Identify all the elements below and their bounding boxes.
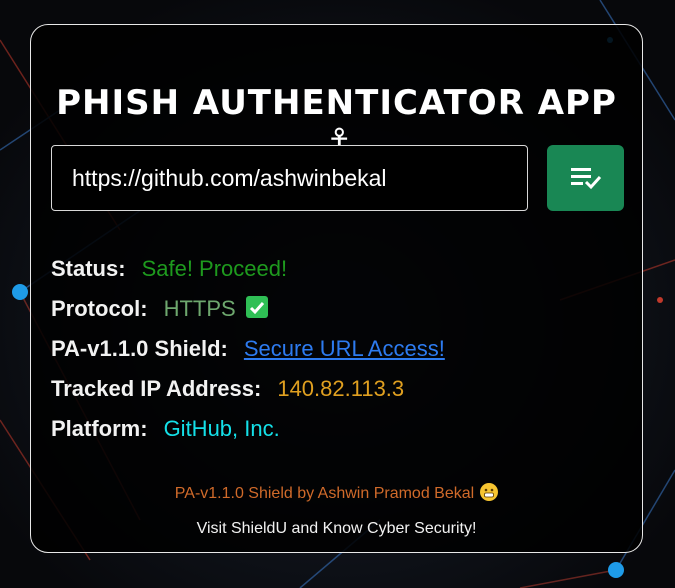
node-dot bbox=[12, 284, 28, 300]
grinning-face-icon bbox=[480, 483, 499, 501]
ip-label: Tracked IP Address: bbox=[51, 376, 262, 401]
shield-row: PA-v1.1.0 Shield: Secure URL Access! bbox=[51, 333, 445, 373]
protocol-row: Protocol: HTTPS bbox=[51, 293, 445, 333]
secure-url-link[interactable]: Secure URL Access! bbox=[244, 336, 445, 361]
status-value: Safe! Proceed! bbox=[141, 256, 288, 281]
protocol-label: Protocol: bbox=[51, 296, 148, 321]
result-details: Status: Safe! Proceed! Protocol: HTTPS PA-… bbox=[51, 253, 445, 453]
platform-label: Platform: bbox=[51, 416, 148, 441]
platform-value: GitHub, Inc. bbox=[163, 416, 280, 441]
check-box-icon bbox=[245, 296, 268, 318]
url-input[interactable] bbox=[51, 145, 528, 211]
app-title-text: Phish Authenticator App bbox=[56, 83, 617, 123]
authenticator-card: Phish Authenticator App ⚓ Status:Safe! P… bbox=[30, 24, 643, 553]
credit-line: PA-v1.1.0 Shield by Ashwin Pramod Bekal bbox=[31, 483, 642, 503]
platform-row: Platform: GitHub, Inc. bbox=[51, 413, 445, 453]
ip-row: Tracked IP Address: 140.82.113.3 bbox=[51, 373, 445, 413]
tagline: Visit ShieldU and Know Cyber Security! bbox=[196, 520, 477, 537]
check-url-button[interactable] bbox=[547, 145, 624, 211]
protocol-value: HTTPS bbox=[163, 296, 236, 321]
status-row: Status: Safe! Proceed! bbox=[51, 253, 445, 293]
node-dot bbox=[608, 562, 624, 578]
status-label: Status: bbox=[51, 256, 126, 281]
ip-value: 140.82.113.3 bbox=[277, 376, 405, 401]
checklist-icon bbox=[570, 168, 601, 190]
credit-text: PA-v1.1.0 Shield by Ashwin Pramod Bekal bbox=[174, 485, 475, 502]
shield-label: PA-v1.1.0 Shield: bbox=[51, 336, 228, 361]
